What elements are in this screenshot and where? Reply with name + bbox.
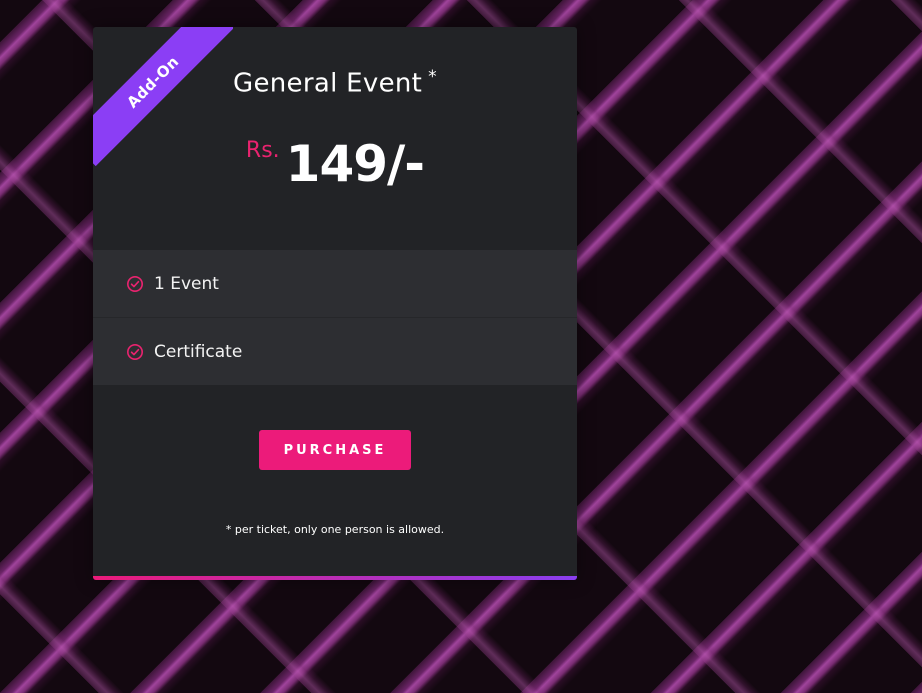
check-circle-icon bbox=[126, 275, 144, 292]
ticket-footnote: * per ticket, only one person is allowed… bbox=[225, 523, 445, 536]
price-display: Rs. 149/- bbox=[93, 135, 577, 193]
feature-item: 1 Event bbox=[93, 250, 577, 317]
purchase-button[interactable]: PURCHASE bbox=[259, 430, 411, 470]
price-amount: 149/- bbox=[285, 135, 425, 193]
check-circle-icon bbox=[126, 343, 144, 360]
plan-title: General Event * bbox=[93, 67, 577, 99]
feature-label: Certificate bbox=[154, 341, 243, 362]
plan-title-text: General Event bbox=[233, 68, 423, 99]
feature-item: Certificate bbox=[93, 317, 577, 385]
feature-label: 1 Event bbox=[154, 273, 219, 294]
title-asterisk: * bbox=[428, 67, 437, 87]
pricing-card: Add-On General Event * Rs. 149/- 1 Event C… bbox=[93, 27, 577, 580]
feature-list: 1 Event Certificate bbox=[93, 250, 577, 385]
price-currency: Rs. bbox=[245, 138, 280, 163]
